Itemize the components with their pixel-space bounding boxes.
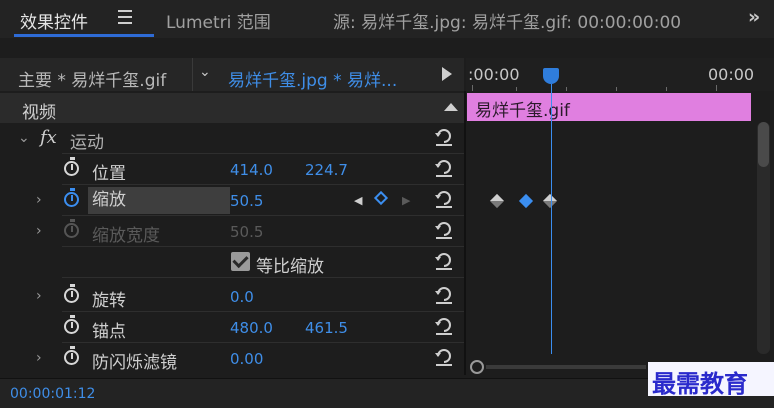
chevron-right-icon[interactable]: ›	[36, 223, 42, 239]
tab-overflow-icon[interactable]: »	[748, 6, 760, 28]
property-label: 缩放宽度	[92, 226, 160, 246]
position-x-value[interactable]: 414.0	[230, 161, 273, 179]
reset-icon[interactable]	[434, 128, 454, 146]
chevron-right-icon[interactable]: ›	[36, 192, 42, 208]
reset-icon[interactable]	[434, 159, 454, 177]
keyframe-marker[interactable]	[542, 193, 558, 209]
ruler-start-timecode: :00:00	[468, 65, 520, 84]
position-y-value[interactable]: 224.7	[305, 161, 348, 179]
effect-name: 运动	[70, 133, 104, 153]
zoom-handle[interactable]	[470, 360, 484, 374]
stopwatch-icon[interactable]	[64, 315, 79, 334]
video-section-header[interactable]: 视频	[0, 93, 464, 123]
panel-divider[interactable]	[464, 91, 466, 375]
play-icon[interactable]	[442, 67, 452, 81]
property-label: 位置	[92, 164, 126, 184]
property-position-row: 位置 414.0 224.7	[0, 154, 464, 185]
anti-flicker-value[interactable]: 0.00	[230, 350, 263, 368]
section-title: 视频	[22, 103, 56, 123]
current-timecode[interactable]: 00:00:01:12	[10, 386, 95, 402]
stopwatch-icon[interactable]	[64, 346, 79, 365]
ruler-tick	[616, 87, 617, 91]
anchor-y-value[interactable]: 461.5	[305, 319, 348, 337]
timeline-clip[interactable]: 易烊千玺.gif	[467, 93, 751, 121]
previous-keyframe-icon[interactable]: ◀	[354, 194, 362, 207]
stopwatch-icon[interactable]	[64, 284, 79, 303]
sequence-clip-label[interactable]: 易烊千玺.jpg * 易烊...	[228, 66, 397, 91]
rotation-value[interactable]: 0.0	[230, 288, 254, 306]
ruler-tick	[666, 87, 667, 91]
playhead-handle[interactable]	[543, 68, 559, 84]
watermark-text: 最需教育	[652, 369, 748, 398]
reset-icon[interactable]	[434, 286, 454, 304]
property-scale-width-row: › 缩放宽度 50.5	[0, 216, 464, 247]
chevron-right-icon[interactable]: ›	[36, 350, 42, 366]
chevron-right-icon[interactable]: ›	[36, 288, 42, 304]
anchor-x-value[interactable]: 480.0	[230, 319, 273, 337]
stopwatch-icon[interactable]	[64, 188, 79, 207]
tab-source-monitor[interactable]: 源: 易烊千玺.jpg: 易烊千玺.gif: 00:00:00:00	[333, 8, 681, 33]
panel-menu-icon[interactable]	[118, 10, 132, 24]
stopwatch-icon	[64, 219, 79, 238]
reset-icon[interactable]	[434, 221, 454, 239]
chevron-down-icon[interactable]: ⌄	[199, 64, 211, 80]
property-anchor-row: 锚点 480.0 461.5	[0, 312, 464, 343]
ruler-end-timecode: 00:00	[708, 65, 755, 84]
chevron-down-icon[interactable]: ⌄	[18, 130, 30, 146]
clip-header-divider	[192, 58, 193, 91]
master-clip-label[interactable]: 主要 * 易烊千玺.gif	[18, 66, 166, 91]
effect-motion-row[interactable]: ⌄ fx 运动	[0, 123, 464, 154]
add-keyframe-icon[interactable]	[373, 190, 389, 206]
reset-icon[interactable]	[434, 190, 454, 208]
property-scale-row: › 缩放 50.5 ◀ ▶	[0, 185, 464, 216]
ruler-tick	[716, 85, 717, 91]
ruler-tick	[566, 87, 567, 91]
active-tab-indicator	[14, 34, 154, 37]
playhead-line[interactable]	[551, 84, 552, 354]
vertical-scrollbar[interactable]	[757, 122, 770, 354]
uniform-scale-label[interactable]: 等比缩放	[256, 252, 324, 277]
timeline-clip-label: 易烊千玺.gif	[475, 101, 570, 121]
reset-icon[interactable]	[434, 348, 454, 366]
timeline-ruler[interactable]: :00:00 00:00	[466, 58, 774, 91]
keyframe-marker[interactable]	[489, 193, 505, 209]
scale-value[interactable]: 50.5	[230, 192, 263, 210]
next-keyframe-icon[interactable]: ▶	[402, 194, 410, 207]
zoom-scrollbar[interactable]	[470, 360, 650, 374]
fx-icon[interactable]: fx	[40, 127, 57, 148]
zoom-track[interactable]	[486, 365, 646, 369]
collapse-up-icon[interactable]	[444, 103, 458, 111]
reset-icon[interactable]	[434, 252, 454, 270]
panel-tab-bar: 效果控件 Lumetri 范围 源: 易烊千玺.jpg: 易烊千玺.gif: 0…	[0, 0, 774, 38]
tab-effect-controls[interactable]: 效果控件	[20, 8, 88, 33]
tab-lumetri-scopes[interactable]: Lumetri 范围	[166, 8, 271, 33]
property-anti-flicker-row: › 防闪烁滤镜 0.00	[0, 343, 464, 374]
clip-header: 主要 * 易烊千玺.gif ⌄ 易烊千玺.jpg * 易烊...	[0, 58, 464, 91]
property-label: 防闪烁滤镜	[92, 353, 177, 373]
scale-width-value: 50.5	[230, 223, 264, 241]
property-label: 缩放	[88, 187, 230, 214]
ruler-tick	[472, 85, 473, 91]
keyframe-marker-selected[interactable]	[518, 193, 534, 209]
uniform-scale-checkbox[interactable]	[231, 252, 250, 271]
watermark-logo: 最需教育	[648, 362, 774, 398]
reset-icon[interactable]	[434, 317, 454, 335]
stopwatch-icon[interactable]	[64, 157, 79, 176]
property-label: 旋转	[92, 291, 126, 311]
property-label: 锚点	[92, 322, 126, 342]
property-rotation-row: › 旋转 0.0	[0, 281, 464, 312]
ruler-tick	[516, 87, 517, 91]
property-uniform-scale-row: 等比缩放	[0, 247, 464, 278]
scrollbar-thumb[interactable]	[758, 122, 769, 167]
